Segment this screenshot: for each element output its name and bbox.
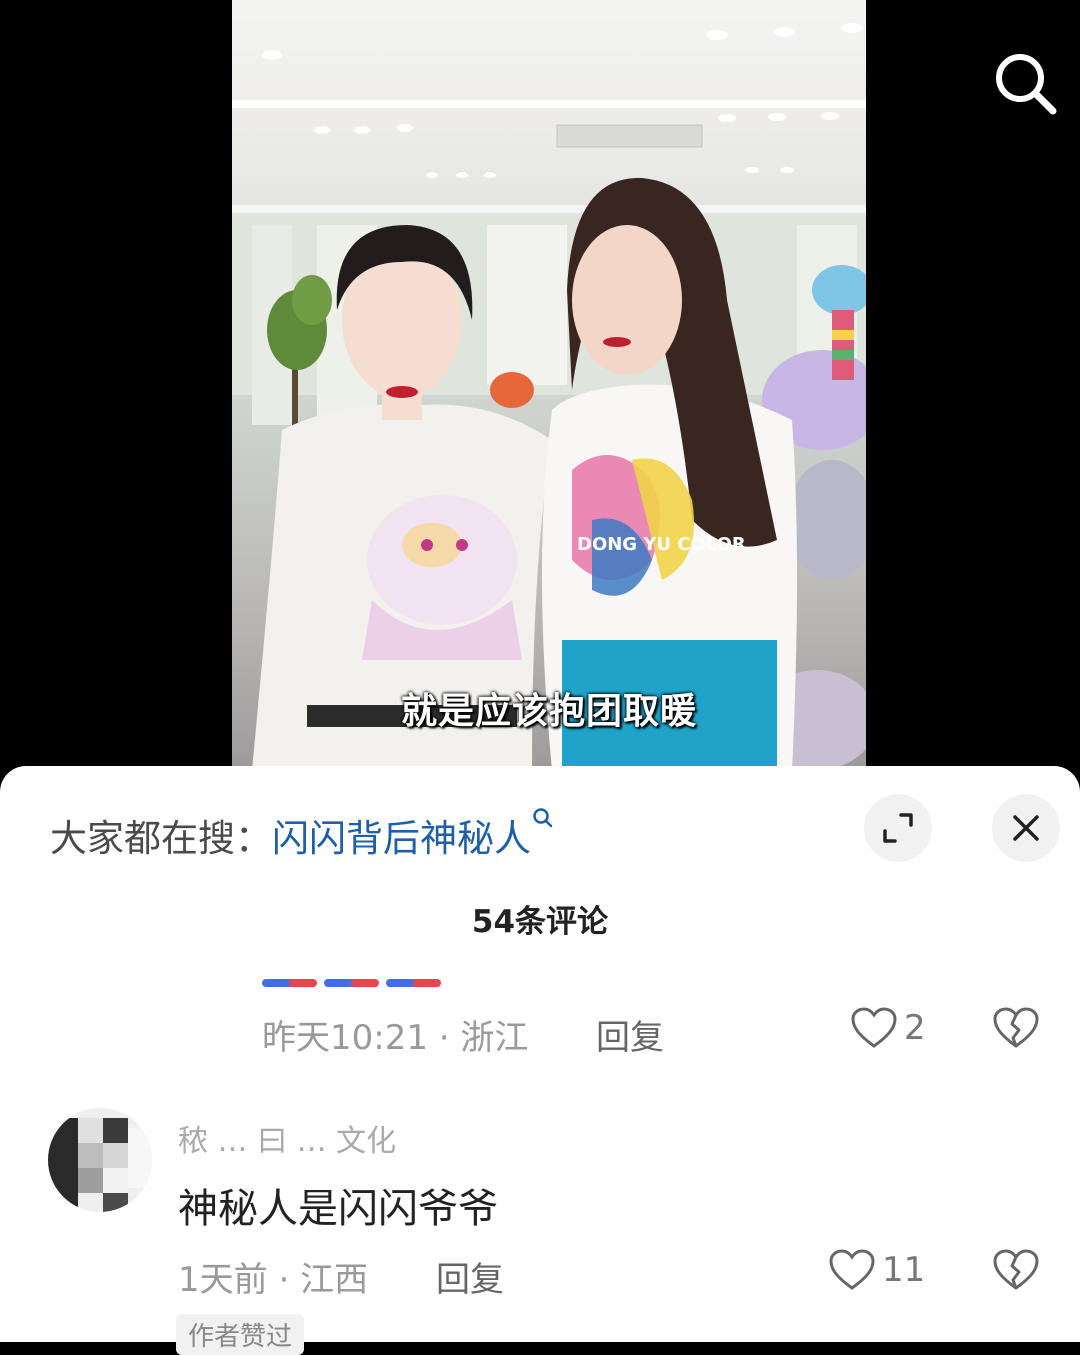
flag-bar <box>386 979 441 987</box>
trending-search-row: 大家都在搜：闪闪背后神秘人 <box>50 808 553 862</box>
expand-icon <box>883 813 913 843</box>
video-subtitle: 就是应该抱团取暖 <box>400 690 697 732</box>
search-icon <box>996 54 1057 115</box>
comment-meta: 1天前 · 江西 <box>178 1252 368 1301</box>
heart-icon <box>851 1007 897 1048</box>
comment-meta: 昨天10:21 · 浙江 <box>262 1010 528 1059</box>
avatar-image <box>48 1108 152 1212</box>
avatar[interactable] <box>48 1108 152 1212</box>
broken-heart-icon <box>993 1249 1039 1290</box>
video-player[interactable]: DONG YU COLOR 就是应该抱团取暖 <box>0 0 1080 770</box>
comment-username[interactable]: 秾 … 曰 … 文化 <box>178 1116 396 1160</box>
comment-time: 昨天10:21 <box>262 1018 428 1058</box>
broken-heart-icon <box>993 1007 1039 1048</box>
like-button[interactable]: 11 <box>828 1248 925 1292</box>
flag-emoji-row <box>262 979 441 987</box>
close-button[interactable] <box>992 794 1060 862</box>
like-count: 11 <box>882 1250 926 1290</box>
trending-search-label: 大家都在搜： <box>50 817 272 860</box>
dislike-button[interactable] <box>992 1248 1040 1296</box>
flag-bar <box>262 979 317 987</box>
heart-icon <box>829 1249 875 1290</box>
reply-button[interactable]: 回复 <box>436 1252 504 1301</box>
comment-time: 1天前 <box>178 1260 268 1300</box>
meta-separator: · <box>438 1018 461 1058</box>
comment-location: 江西 <box>300 1260 369 1300</box>
comment-sheet: 大家都在搜：闪闪背后神秘人 54条评论 昨天10:21 · 浙江 回复 2 秾 … <box>0 766 1080 1355</box>
expand-button[interactable] <box>864 794 932 862</box>
username-text: 秾 … 曰 … 文化 <box>178 1124 397 1159</box>
reply-button[interactable]: 回复 <box>596 1010 664 1059</box>
flag-bar <box>324 979 379 987</box>
video-scene-illustration: DONG YU COLOR <box>232 23 866 770</box>
comment-count-title: 54条评论 <box>471 904 609 940</box>
like-count: 2 <box>904 1008 926 1048</box>
search-button[interactable] <box>990 48 1060 118</box>
comment-location: 浙江 <box>460 1018 529 1058</box>
comment-text: 神秘人是闪闪爷爷 <box>178 1186 498 1232</box>
close-icon <box>1013 815 1039 841</box>
shirt-print: DONG YU COLOR <box>577 534 746 555</box>
like-button[interactable]: 2 <box>850 1006 926 1050</box>
author-liked-badge: 作者赞过 <box>176 1314 305 1355</box>
trending-search-link[interactable]: 闪闪背后神秘人 <box>272 817 531 860</box>
search-small-icon <box>533 808 553 828</box>
video-frame[interactable]: DONG YU COLOR 就是应该抱团取暖 <box>232 0 866 770</box>
dislike-button[interactable] <box>992 1006 1040 1054</box>
meta-separator: · <box>278 1260 301 1300</box>
